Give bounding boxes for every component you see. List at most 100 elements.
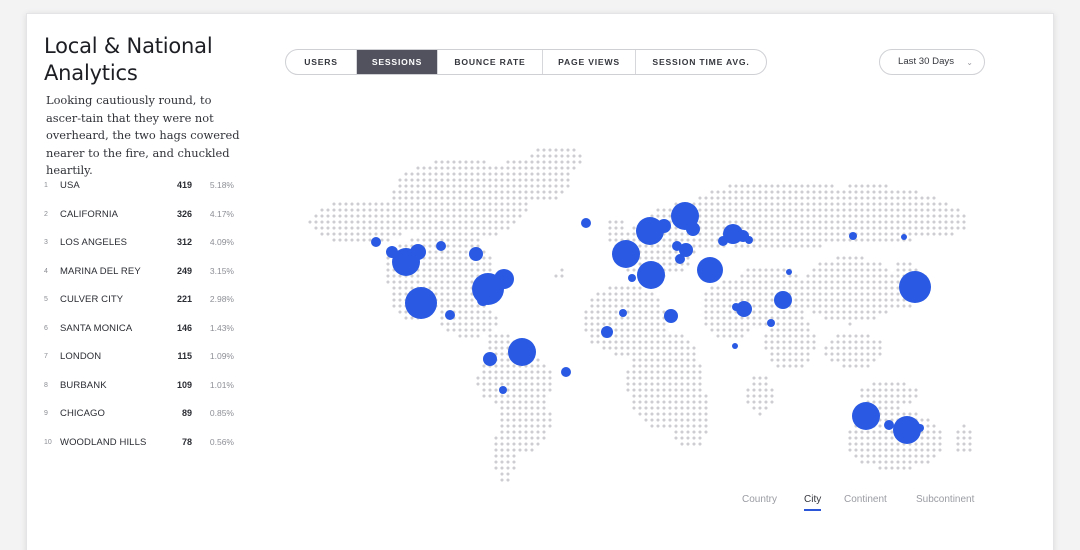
map-bubble[interactable] bbox=[445, 310, 455, 320]
map-dot bbox=[668, 418, 672, 422]
map-bubble[interactable] bbox=[601, 326, 613, 338]
map-dot bbox=[866, 388, 870, 392]
map-dot bbox=[914, 442, 918, 446]
map-dot bbox=[866, 184, 870, 188]
map-bubble[interactable] bbox=[736, 301, 752, 317]
map-bubble[interactable] bbox=[901, 234, 907, 240]
map-bubble[interactable] bbox=[732, 343, 738, 349]
map-dot bbox=[476, 196, 480, 200]
map-bubble[interactable] bbox=[436, 241, 446, 251]
map-dot bbox=[674, 430, 678, 434]
map-bubble[interactable] bbox=[619, 309, 627, 317]
map-bubble[interactable] bbox=[508, 338, 536, 366]
map-bubble[interactable] bbox=[849, 232, 857, 240]
map-dot bbox=[890, 280, 894, 284]
map-bubble[interactable] bbox=[899, 271, 931, 303]
map-bubble[interactable] bbox=[561, 367, 571, 377]
map-dot bbox=[812, 220, 816, 224]
map-dot bbox=[794, 214, 798, 218]
map-bubble[interactable] bbox=[697, 257, 723, 283]
map-bubble[interactable] bbox=[916, 424, 924, 432]
map-dot bbox=[758, 190, 762, 194]
map-dot bbox=[428, 190, 432, 194]
level-tab-subcontinent[interactable]: Subcontinent bbox=[916, 494, 974, 505]
map-dot bbox=[860, 208, 864, 212]
map-dot bbox=[506, 394, 510, 398]
map-dot bbox=[878, 202, 882, 206]
map-bubble[interactable] bbox=[852, 402, 880, 430]
map-bubble[interactable] bbox=[469, 247, 483, 261]
map-dot bbox=[566, 172, 570, 176]
map-dot bbox=[818, 310, 822, 314]
map-dot bbox=[902, 220, 906, 224]
map-dot bbox=[500, 214, 504, 218]
map-dot bbox=[686, 382, 690, 386]
map-dot bbox=[866, 430, 870, 434]
map-dot bbox=[740, 196, 744, 200]
map-dot bbox=[518, 190, 522, 194]
map-dot bbox=[662, 412, 666, 416]
map-bubble[interactable] bbox=[786, 269, 792, 275]
map-dot bbox=[674, 352, 678, 356]
map-dot bbox=[488, 334, 492, 338]
map-dot bbox=[908, 268, 912, 272]
map-bubble[interactable] bbox=[675, 254, 685, 264]
map-dot bbox=[668, 394, 672, 398]
level-tab-country[interactable]: Country bbox=[742, 494, 777, 505]
map-dot bbox=[716, 226, 720, 230]
map-dot bbox=[806, 340, 810, 344]
map-dot bbox=[638, 382, 642, 386]
map-dot bbox=[764, 244, 768, 248]
map-dot bbox=[770, 184, 774, 188]
map-bubble[interactable] bbox=[494, 269, 514, 289]
map-dot bbox=[788, 190, 792, 194]
map-dot bbox=[908, 208, 912, 212]
map-bubble[interactable] bbox=[410, 244, 426, 260]
map-dot bbox=[572, 154, 576, 158]
map-bubble[interactable] bbox=[774, 291, 792, 309]
map-bubble[interactable] bbox=[499, 386, 507, 394]
map-bubble[interactable] bbox=[664, 309, 678, 323]
map-bubble[interactable] bbox=[637, 261, 665, 289]
map-bubble[interactable] bbox=[745, 236, 753, 244]
map-dot bbox=[650, 388, 654, 392]
map-dot bbox=[632, 358, 636, 362]
map-dot bbox=[896, 448, 900, 452]
map-bubble[interactable] bbox=[628, 274, 636, 282]
map-dot bbox=[338, 238, 342, 242]
map-dot bbox=[704, 400, 708, 404]
map-bubble[interactable] bbox=[581, 218, 591, 228]
map-bubble[interactable] bbox=[718, 236, 728, 246]
map-dot bbox=[458, 178, 462, 182]
map-dot bbox=[764, 388, 768, 392]
map-dot bbox=[626, 388, 630, 392]
map-dot bbox=[716, 244, 720, 248]
map-bubble[interactable] bbox=[477, 294, 489, 306]
map-bubble[interactable] bbox=[884, 420, 894, 430]
map-dot bbox=[488, 208, 492, 212]
map-bubble[interactable] bbox=[612, 240, 640, 268]
map-dot bbox=[878, 394, 882, 398]
map-dot bbox=[638, 370, 642, 374]
map-bubble[interactable] bbox=[657, 219, 671, 233]
map-dot bbox=[662, 394, 666, 398]
map-dot bbox=[620, 340, 624, 344]
map-bubble[interactable] bbox=[767, 319, 775, 327]
map-dot bbox=[488, 376, 492, 380]
level-tab-city[interactable]: City bbox=[804, 494, 822, 511]
map-dot bbox=[776, 208, 780, 212]
map-dot bbox=[806, 202, 810, 206]
level-tab-continent[interactable]: Continent bbox=[844, 494, 887, 505]
map-bubble[interactable] bbox=[686, 222, 700, 236]
map-dot bbox=[446, 244, 450, 248]
map-bubble[interactable] bbox=[405, 287, 437, 319]
map-bubble[interactable] bbox=[371, 237, 381, 247]
map-dot bbox=[710, 244, 714, 248]
map-dot bbox=[458, 190, 462, 194]
map-dot bbox=[458, 196, 462, 200]
map-dot bbox=[668, 424, 672, 428]
map-dot bbox=[908, 448, 912, 452]
map-dot bbox=[956, 430, 960, 434]
map-dot bbox=[704, 412, 708, 416]
map-bubble[interactable] bbox=[483, 352, 497, 366]
